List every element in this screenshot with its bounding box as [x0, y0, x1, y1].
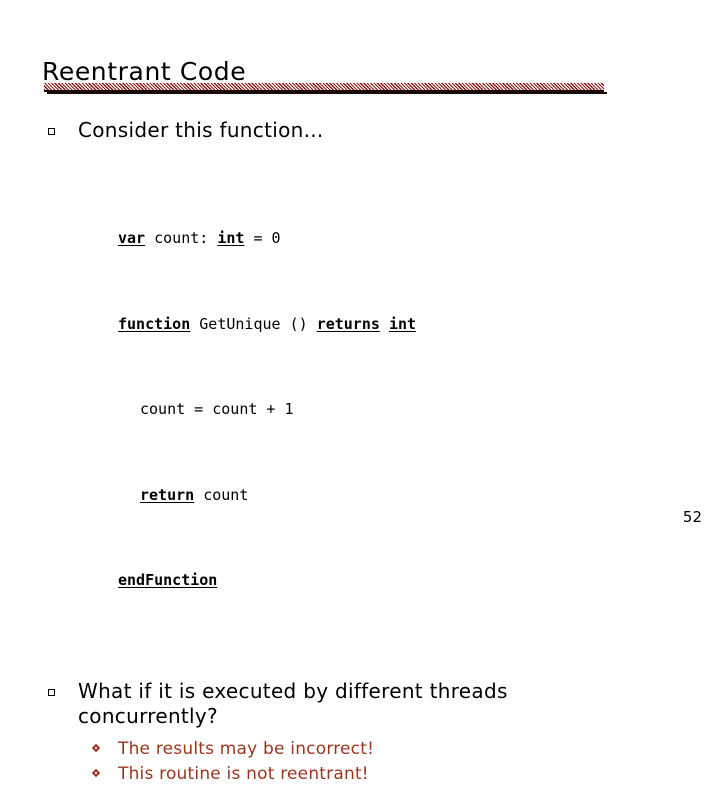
- code-keyword: int: [388, 314, 417, 333]
- title-divider-bar: [44, 83, 604, 92]
- slide-canvas: Reentrant Code Consider this function...…: [0, 0, 720, 784]
- code-text: count = count + 1: [140, 400, 294, 418]
- sub-bullet-item-2: This routine is not reentrant!: [0, 762, 720, 787]
- sub-bullet-item-2-label: This routine is not reentrant!: [118, 763, 369, 784]
- code-keyword: returns: [316, 314, 380, 333]
- code-text: GetUnique (): [190, 314, 317, 333]
- code-line: endFunction: [118, 566, 720, 595]
- bullet-item-1: Consider this function...: [0, 118, 720, 143]
- page-title: Reentrant Code: [42, 56, 247, 86]
- slide-body: Consider this function... var count: int…: [0, 118, 720, 787]
- code-listing: var count: int = 0 function GetUnique ()…: [0, 167, 720, 652]
- square-bullet-icon: [48, 688, 55, 696]
- bullet-item-2: What if it is executed by different thre…: [0, 679, 720, 729]
- code-text: = 0: [244, 229, 281, 247]
- square-bullet-icon: [48, 128, 55, 135]
- diamond-bullet-icon: [92, 769, 101, 778]
- code-line: return count: [118, 481, 720, 510]
- code-text: count: [194, 485, 249, 504]
- code-keyword: var: [118, 229, 146, 247]
- bullet-item-1-label: Consider this function...: [78, 118, 324, 142]
- sub-bullet-item-1: The results may be incorrect!: [0, 737, 720, 762]
- code-line: var count: int = 0: [118, 224, 720, 253]
- code-keyword: return: [140, 485, 195, 504]
- sub-bullet-item-1-label: The results may be incorrect!: [118, 738, 375, 759]
- bullet-item-2-label: What if it is executed by different thre…: [78, 678, 508, 728]
- code-line: count = count + 1: [118, 395, 720, 424]
- code-keyword: endFunction: [118, 571, 218, 589]
- title-divider-shadow: [47, 92, 607, 94]
- code-text: count:: [145, 229, 218, 247]
- code-keyword: int: [217, 229, 245, 247]
- code-keyword: function: [118, 314, 191, 333]
- diamond-bullet-icon: [92, 744, 101, 753]
- code-line: function GetUnique () returns int: [118, 310, 720, 339]
- page-number: 52: [682, 508, 702, 526]
- sub-bullet-list: The results may be incorrect! This routi…: [0, 737, 720, 787]
